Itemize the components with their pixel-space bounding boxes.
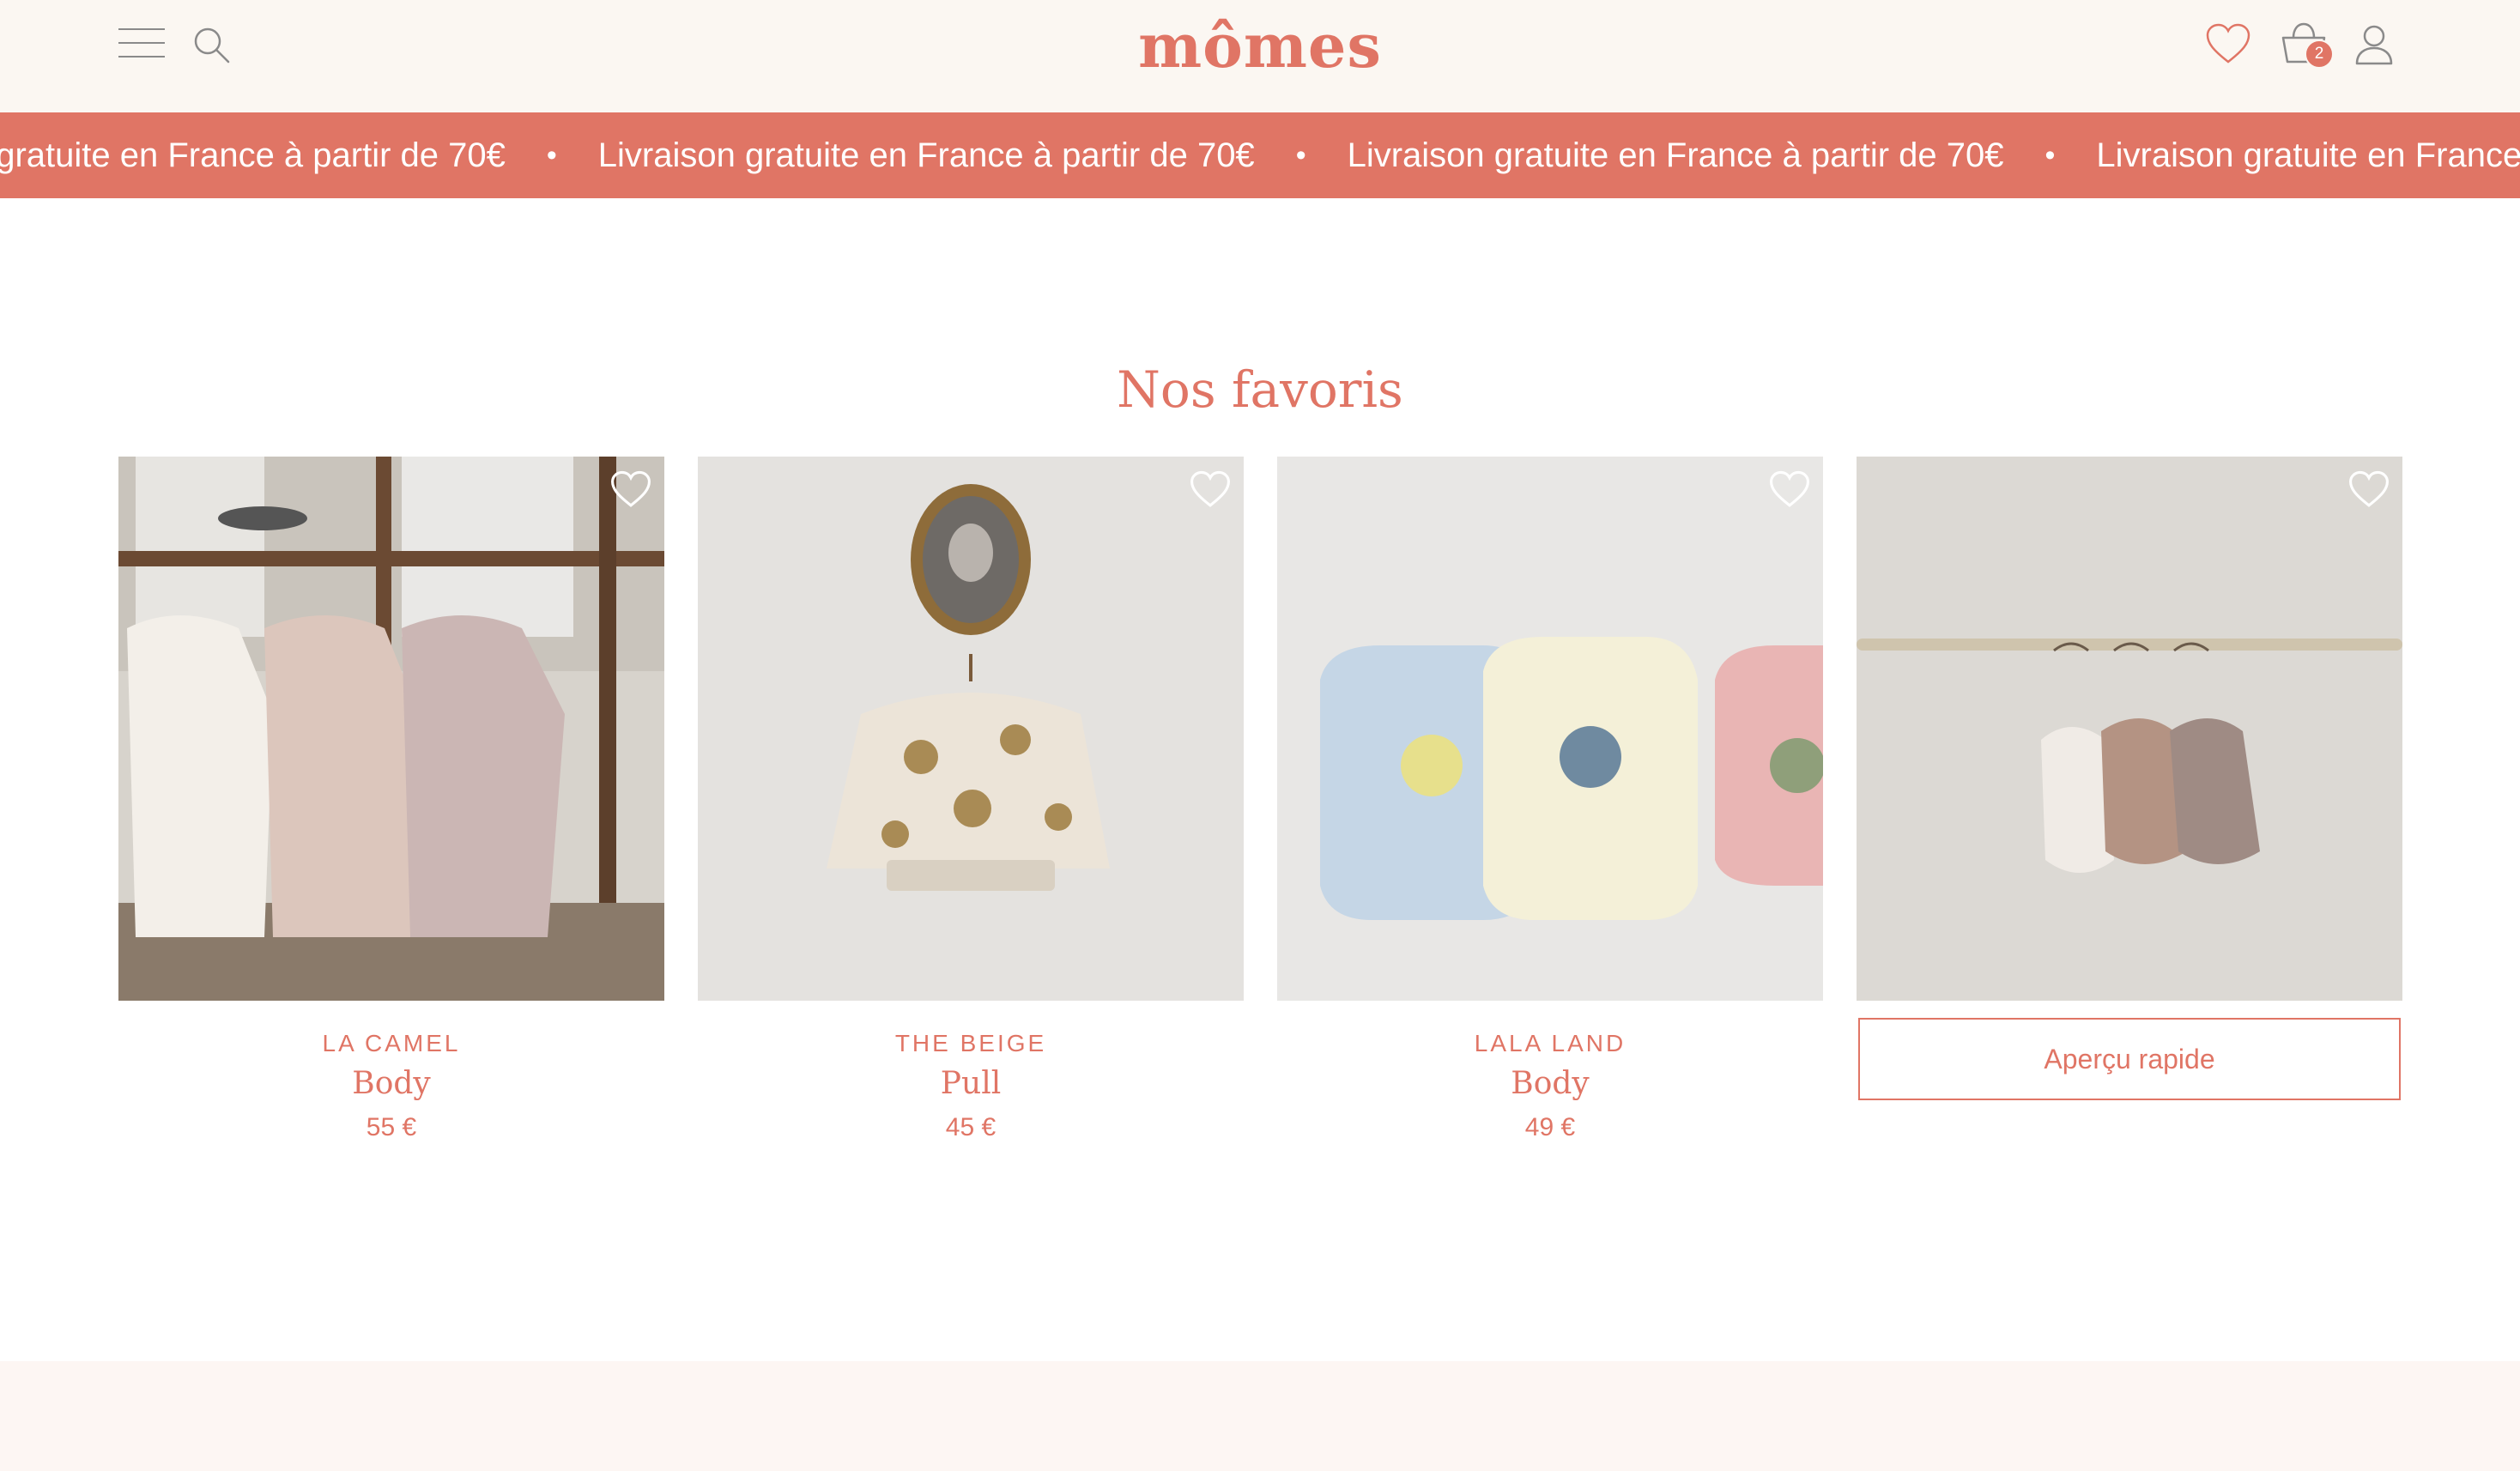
promo-text: Livraison gratuite en France à partir de… xyxy=(0,136,506,174)
product-photo xyxy=(698,457,1244,1001)
product-card[interactable]: LALA LAND Body 49 € xyxy=(1277,457,1823,1142)
product-brand: LA CAMEL xyxy=(322,1030,461,1056)
site-logo[interactable]: mômes xyxy=(1138,10,1382,82)
menu-icon xyxy=(118,28,165,58)
cart-count-badge: 2 xyxy=(2305,39,2334,69)
product-photo xyxy=(1857,457,2402,1001)
logo-container: mômes xyxy=(0,3,2520,89)
wishlist-button[interactable] xyxy=(2204,22,2252,67)
product-image[interactable] xyxy=(118,457,664,1001)
product-price: 45 € xyxy=(945,1113,996,1141)
heart-icon xyxy=(1190,470,1230,507)
product-brand: THE BEIGE xyxy=(894,1030,1047,1056)
product-name[interactable]: Body xyxy=(1277,1066,1823,1101)
heart-icon xyxy=(1770,470,1809,507)
menu-button[interactable] xyxy=(117,26,167,60)
add-to-wishlist-button[interactable] xyxy=(2347,469,2390,512)
product-photo xyxy=(118,457,664,1001)
site-header: mômes 2 xyxy=(0,0,2520,112)
user-icon xyxy=(2355,25,2393,65)
product-card[interactable]: LA CAMEL Body 55 € xyxy=(118,457,664,1142)
add-to-wishlist-button[interactable] xyxy=(609,469,652,512)
product-card[interactable]: THE BEIGE Pull 45 € xyxy=(698,457,1244,1142)
product-card[interactable]: Aperçu rapide xyxy=(1857,457,2402,1100)
promo-text: Livraison gratuite en France à partir de… xyxy=(2096,136,2520,174)
promo-text: Livraison gratuite en France à partir de… xyxy=(597,136,1255,174)
product-price: 49 € xyxy=(1524,1113,1576,1141)
promo-text: Livraison gratuite en France à partir de… xyxy=(1347,136,2004,174)
product-brand: LALA LAND xyxy=(1474,1030,1626,1056)
product-name[interactable]: Pull xyxy=(698,1066,1244,1101)
product-price: 55 € xyxy=(366,1113,417,1141)
search-icon xyxy=(194,27,230,64)
search-button[interactable] xyxy=(191,24,232,65)
heart-icon xyxy=(2349,470,2389,507)
promo-track: Livraison gratuite en France à partir de… xyxy=(0,112,2520,198)
product-name[interactable]: Body xyxy=(118,1066,664,1101)
promo-separator: • xyxy=(546,138,557,172)
add-to-wishlist-button[interactable] xyxy=(1768,469,1811,512)
product-image[interactable] xyxy=(1277,457,1823,1001)
promo-separator: • xyxy=(2044,138,2056,172)
heart-icon xyxy=(2206,23,2250,64)
product-image[interactable] xyxy=(1857,457,2402,1001)
add-to-wishlist-button[interactable] xyxy=(1189,469,1232,512)
promo-separator: • xyxy=(1295,138,1306,172)
section-title: Nos favoris xyxy=(1117,360,1403,419)
footer-band xyxy=(0,1361,2520,1471)
product-image[interactable] xyxy=(698,457,1244,1001)
product-photo xyxy=(1277,457,1823,1001)
account-button[interactable] xyxy=(2352,22,2396,67)
heart-icon xyxy=(611,470,651,507)
promo-banner: Livraison gratuite en France à partir de… xyxy=(0,112,2520,198)
quick-view-button[interactable]: Aperçu rapide xyxy=(1858,1018,2401,1100)
